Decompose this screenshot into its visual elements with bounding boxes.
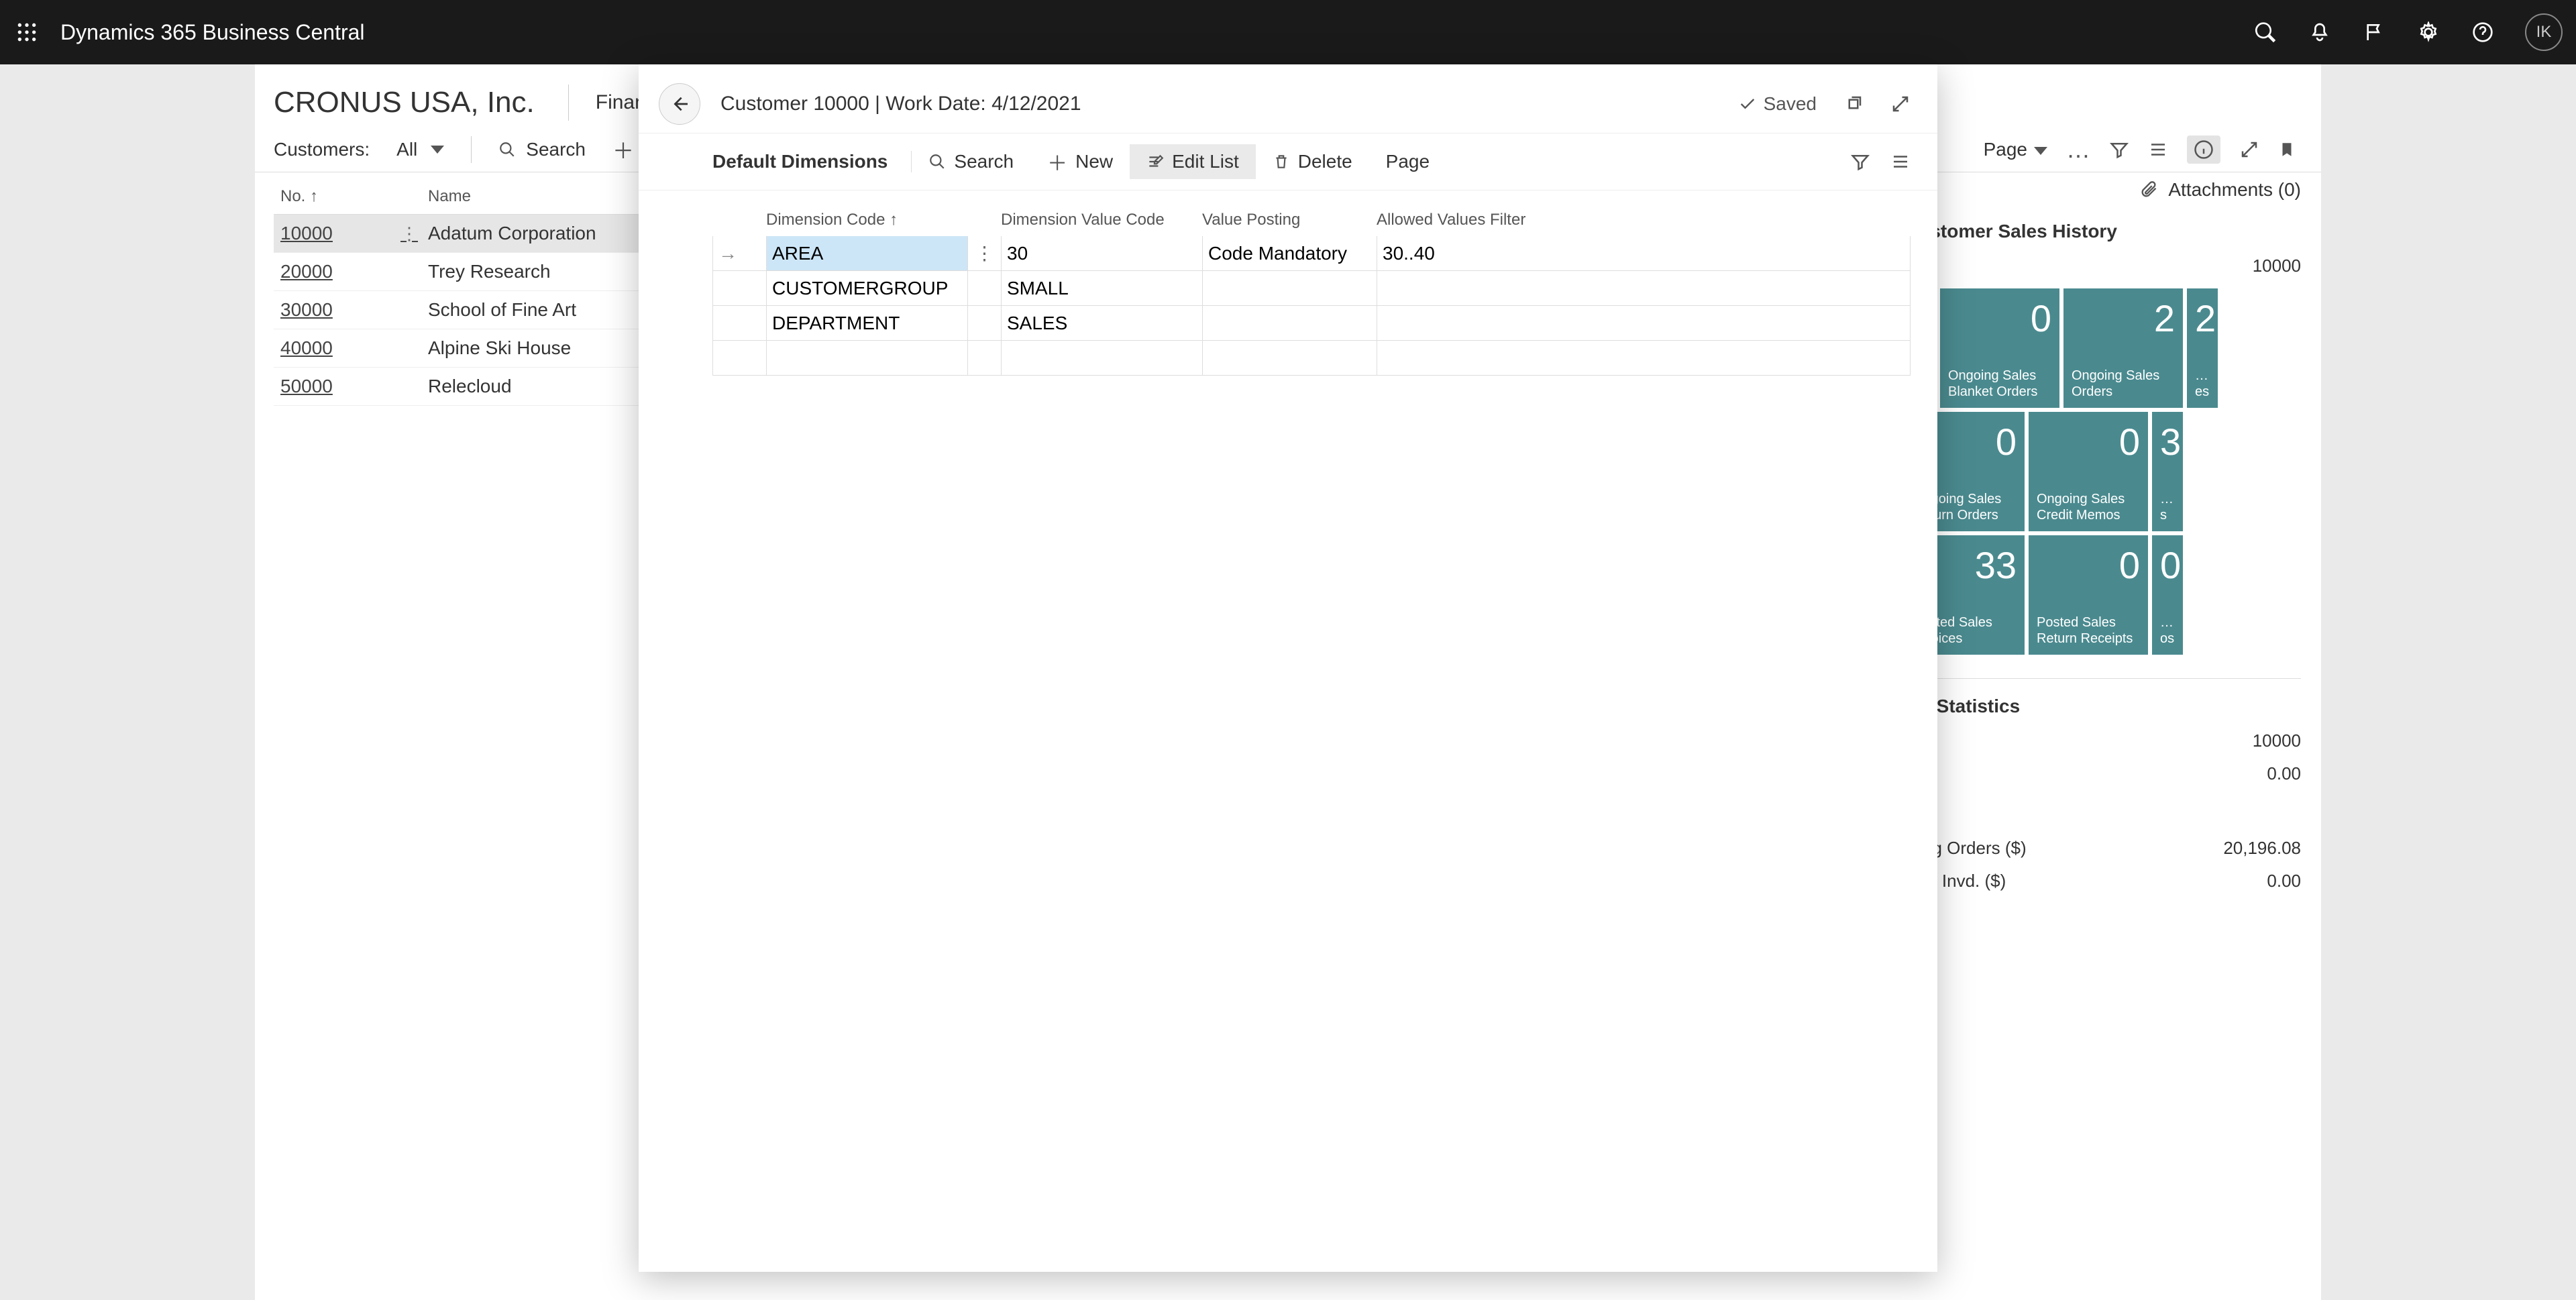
modal-title: Customer 10000 | Work Date: 4/12/2021 [720,93,1081,115]
search-icon[interactable] [2253,20,2277,44]
maximize-icon[interactable] [1890,94,1911,114]
value-posting-cell[interactable] [1203,271,1377,305]
top-bar: Dynamics 365 Business Central IK [0,0,2576,64]
col-value-posting[interactable]: Value Posting [1202,211,1377,229]
allowed-values-filter-cell[interactable] [1377,271,1910,305]
modal-section-label: Default Dimensions [712,151,912,172]
col-allowed-values-filter[interactable]: Allowed Values Filter [1377,211,1911,229]
dimension-row[interactable]: CUSTOMERGROUP SMALL [712,271,1911,306]
bell-icon[interactable] [2308,20,2332,44]
flag-icon[interactable] [2362,20,2386,44]
dimension-row[interactable]: DEPARTMENT SALES [712,306,1911,341]
modal-page-button[interactable]: Page [1369,144,1446,179]
col-dimension-value-code[interactable]: Dimension Value Code [1001,211,1202,229]
modal-filter-icon[interactable] [1850,152,1870,172]
modal-overlay: Customer 10000 | Work Date: 4/12/2021 Sa… [0,64,2576,1300]
allowed-values-filter-cell[interactable] [1377,341,1910,375]
dimension-value-code-cell[interactable]: SALES [1002,306,1203,340]
row-menu-icon[interactable]: ⋮ [968,236,1002,270]
value-posting-cell[interactable] [1203,341,1377,375]
dimension-code-cell[interactable] [767,341,968,375]
value-posting-cell[interactable] [1203,306,1377,340]
modal-edit-list-button[interactable]: Edit List [1130,144,1256,179]
app-title: Dynamics 365 Business Central [60,20,365,45]
help-icon[interactable] [2471,20,2495,44]
value-posting-cell[interactable]: Code Mandatory [1203,236,1377,270]
dimensions-grid: Dimension Code ↑ Dimension Value Code Va… [639,191,1937,389]
dimension-code-cell[interactable]: AREA [767,236,968,270]
popout-icon[interactable] [1843,94,1864,114]
modal-new-button[interactable]: ＋ New [1030,140,1130,183]
modal-search-button[interactable]: Search [912,144,1030,179]
col-dimension-code[interactable]: Dimension Code ↑ [766,211,967,229]
default-dimensions-modal: Customer 10000 | Work Date: 4/12/2021 Sa… [639,64,1937,1272]
dimension-row[interactable]: → AREA ⋮ 30 Code Mandatory 30..40 [712,236,1911,271]
modal-delete-button[interactable]: Delete [1256,144,1369,179]
dimension-value-code-cell[interactable]: SMALL [1002,271,1203,305]
back-button[interactable] [659,83,700,125]
dimension-code-cell[interactable]: CUSTOMERGROUP [767,271,968,305]
saved-indicator: Saved [1738,93,1817,115]
app-launcher-icon[interactable] [13,19,40,46]
allowed-values-filter-cell[interactable]: 30..40 [1377,236,1910,270]
dimension-code-cell[interactable]: DEPARTMENT [767,306,968,340]
gear-icon[interactable] [2416,20,2440,44]
dimension-value-code-cell[interactable] [1002,341,1203,375]
row-arrow-icon: → [713,236,767,270]
user-avatar[interactable]: IK [2525,13,2563,51]
allowed-values-filter-cell[interactable] [1377,306,1910,340]
dimension-value-code-cell[interactable]: 30 [1002,236,1203,270]
dimension-row-empty[interactable] [712,341,1911,376]
modal-list-icon[interactable] [1890,152,1911,172]
